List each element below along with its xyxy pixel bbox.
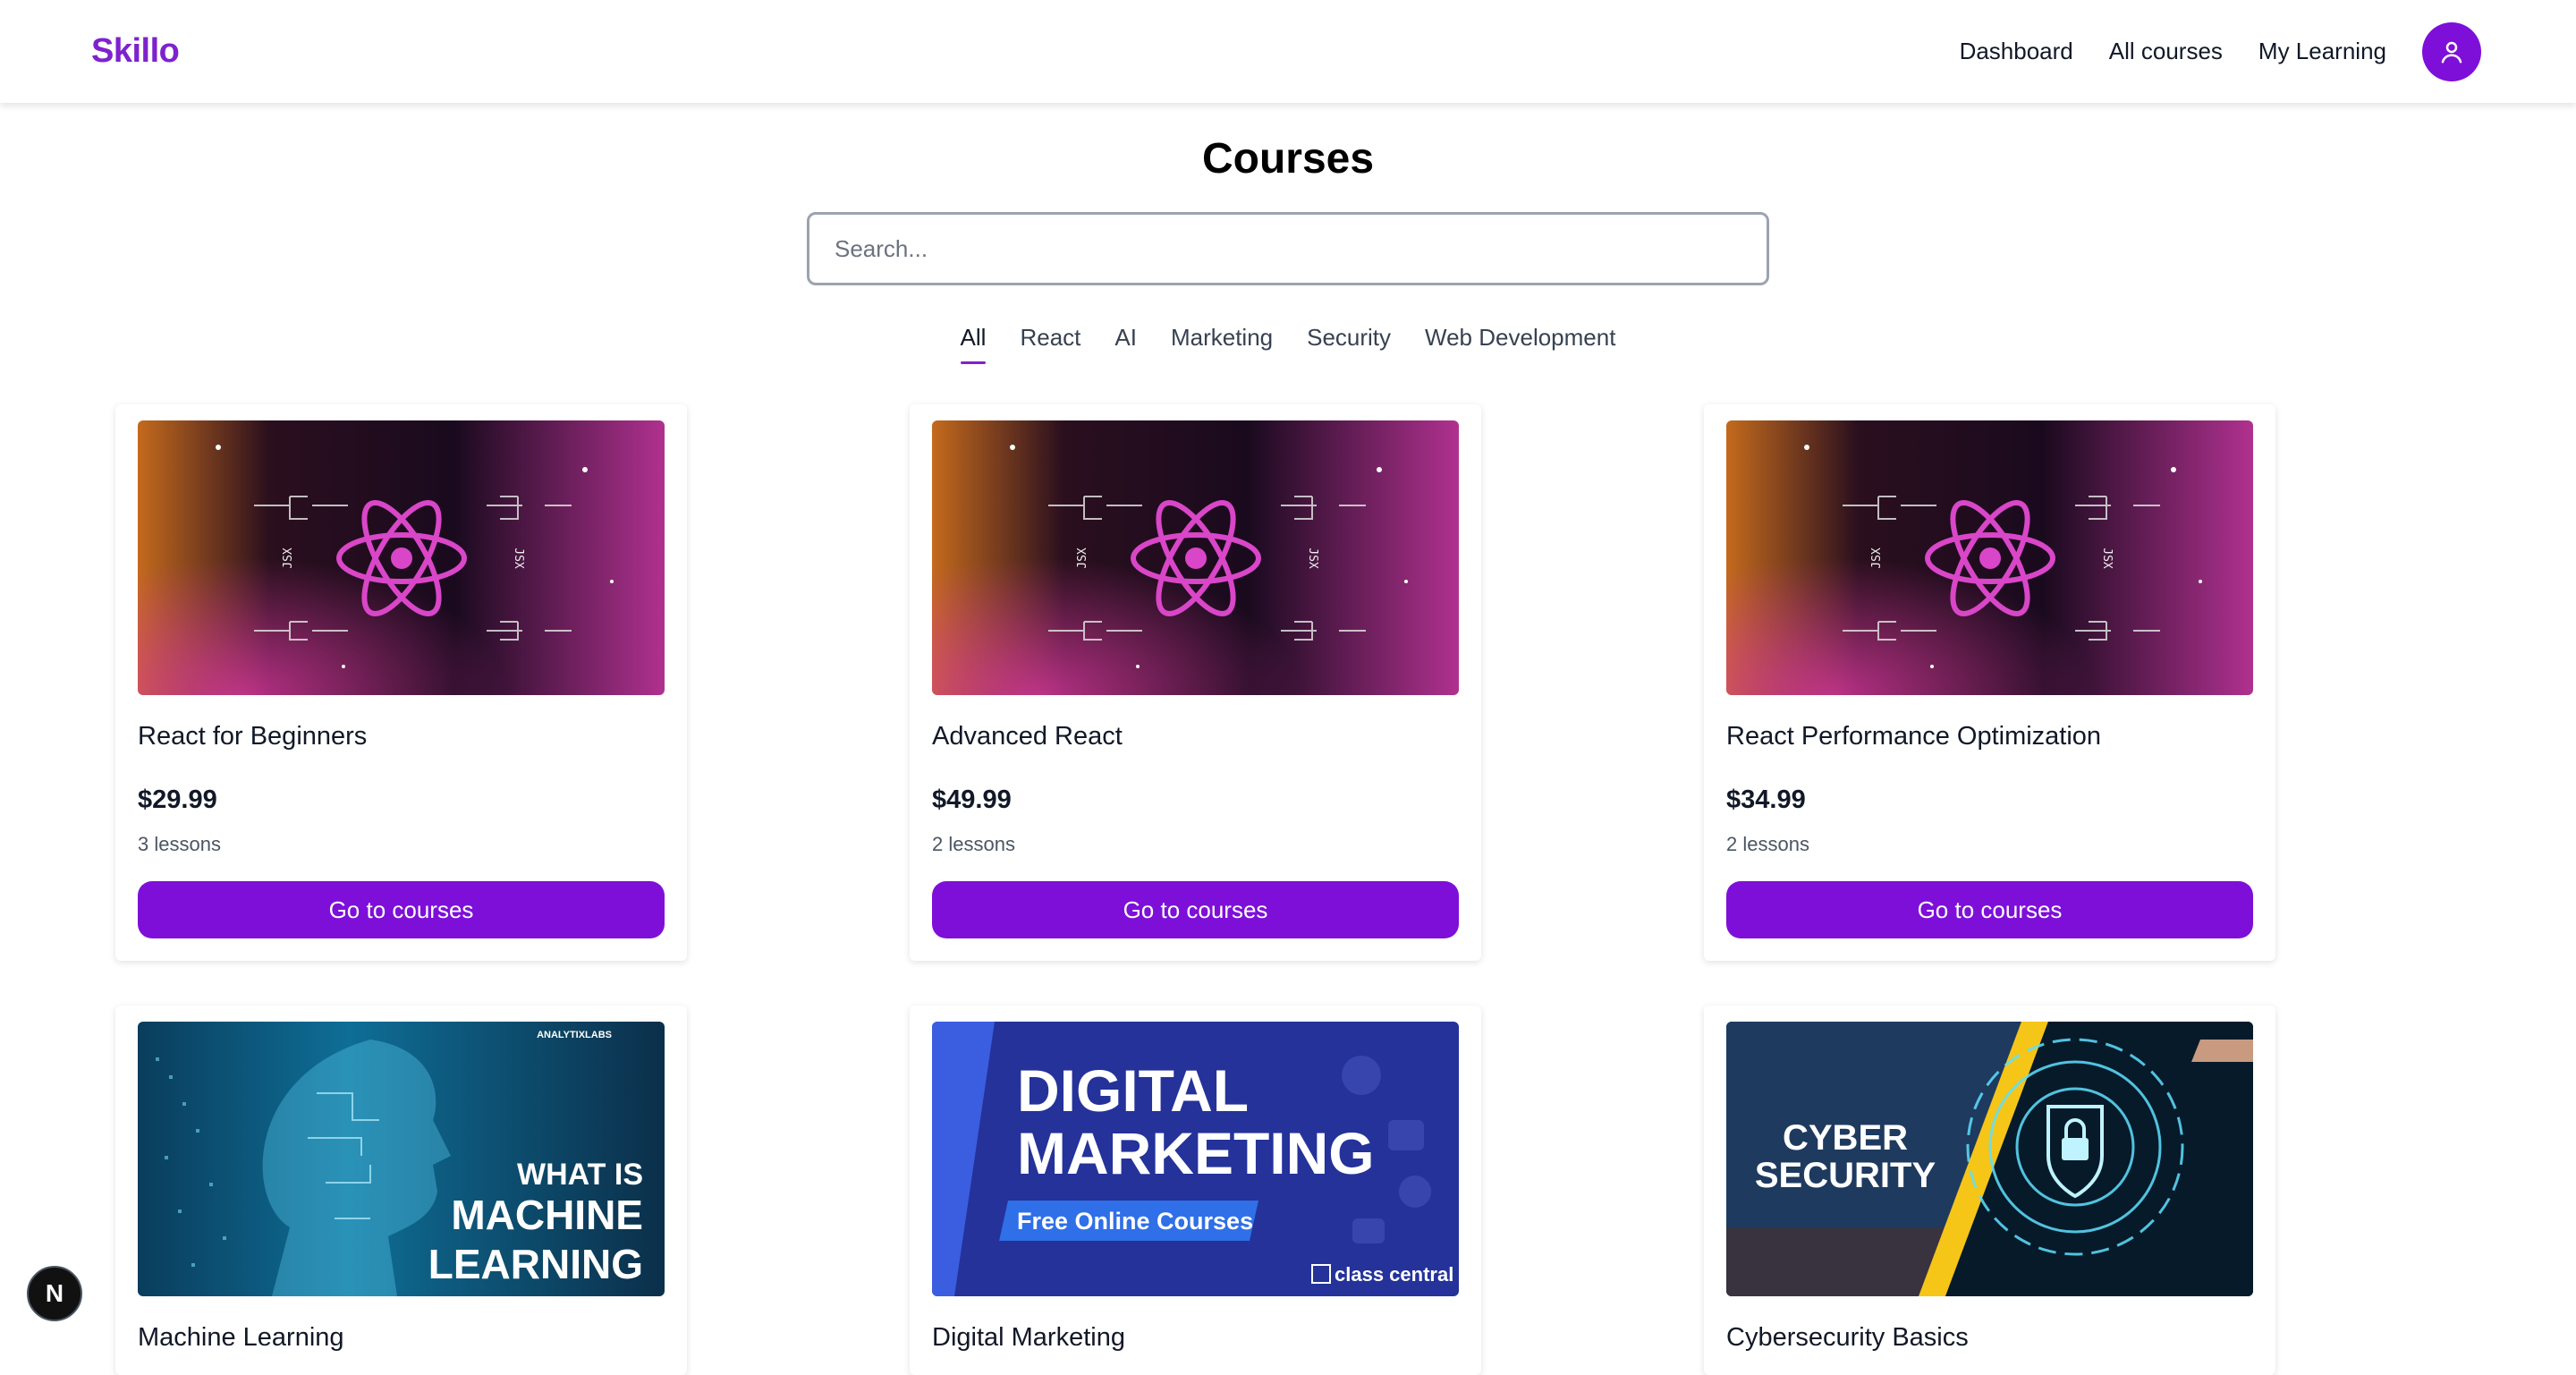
svg-text:ANALYTIXLABS: ANALYTIXLABS [537,1030,612,1040]
tab-security[interactable]: Security [1307,324,1391,364]
user-icon [2441,41,2462,63]
marketing-thumbnail[interactable]: DIGITAL MARKETING Free Online Courses cl… [932,1022,1459,1296]
svg-text:JSX: JSX [1076,547,1089,569]
course-lessons: 2 lessons [1726,833,1809,855]
user-avatar-button[interactable] [2422,21,2481,81]
svg-text:MARKETING: MARKETING [1017,1120,1375,1186]
svg-text:SECURITY: SECURITY [1755,1156,1936,1195]
svg-text:JSX: JSX [282,547,295,569]
tab-all[interactable]: All [960,324,986,364]
top-navbar: Skillo Dashboard All courses My Learning [0,0,2576,103]
category-tabs: All React AI Marketing Security Web Deve… [0,324,2576,364]
course-title: React Performance Optimization [1726,722,2102,751]
course-title: Digital Marketing [932,1323,1125,1352]
course-title: Machine Learning [138,1323,344,1352]
svg-text:class central: class central [1335,1263,1453,1286]
search-box [807,212,1769,285]
svg-text:WHAT IS: WHAT IS [517,1158,643,1192]
course-card: JSX JSX React Performance Optimization $… [1704,404,2275,961]
course-title: Advanced React [932,722,1123,751]
course-price: $34.99 [1726,785,1806,814]
svg-text:JSX: JSX [2100,547,2114,569]
main-nav: Dashboard All courses My Learning [1960,21,2481,81]
react-thumbnail[interactable]: JSX JSX [1726,420,2253,695]
search-input[interactable] [807,212,1769,285]
svg-text:JSX: JSX [512,547,525,569]
go-to-courses-button[interactable]: Go to courses [138,881,665,938]
tab-react[interactable]: React [1020,324,1080,364]
react-thumbnail[interactable]: JSX JSX [932,420,1459,695]
nav-dashboard[interactable]: Dashboard [1960,38,2073,65]
course-price: $49.99 [932,785,1012,814]
nav-all-courses[interactable]: All courses [2109,38,2223,65]
course-lessons: 3 lessons [138,833,221,855]
nav-my-learning[interactable]: My Learning [2258,38,2386,65]
tab-web-development[interactable]: Web Development [1425,324,1615,364]
go-to-courses-button[interactable]: Go to courses [1726,881,2253,938]
course-card: JSX JSX React for Beginners $29.99 3 les… [115,404,687,961]
course-price: $29.99 [138,785,217,814]
go-to-courses-button[interactable]: Go to courses [932,881,1459,938]
course-title: React for Beginners [138,722,368,751]
svg-text:JSX: JSX [1306,547,1319,569]
svg-text:MACHINE: MACHINE [451,1192,643,1238]
course-lessons: 2 lessons [932,833,1015,855]
cyber-thumbnail[interactable]: CYBER SECURITY [1726,1022,2253,1296]
page-title: Courses [1201,135,1375,182]
svg-text:DIGITAL: DIGITAL [1017,1057,1249,1124]
course-card: ANALYTIXLABS WHAT IS MACHINE LEARNING Ma… [115,1006,687,1375]
next-dev-badge[interactable]: N [27,1266,82,1321]
tab-ai[interactable]: AI [1114,324,1137,364]
react-thumbnail[interactable]: JSX JSX [138,420,665,695]
brand-logo[interactable]: Skillo [91,32,180,71]
course-card: DIGITAL MARKETING Free Online Courses cl… [910,1006,1481,1375]
svg-text:Free Online Courses: Free Online Courses [1017,1208,1253,1235]
course-card: JSX JSX Advanced React $49.99 2 lessons … [910,404,1481,961]
ml-thumbnail[interactable]: ANALYTIXLABS WHAT IS MACHINE LEARNING [138,1022,665,1296]
course-title: Cybersecurity Basics [1726,1323,1969,1352]
tab-marketing[interactable]: Marketing [1171,324,1273,364]
course-card: CYBER SECURITY Cybersecurity Basics [1704,1006,2275,1375]
svg-text:JSX: JSX [1870,547,1884,569]
svg-text:LEARNING: LEARNING [428,1241,643,1287]
svg-text:CYBER: CYBER [1783,1118,1908,1158]
